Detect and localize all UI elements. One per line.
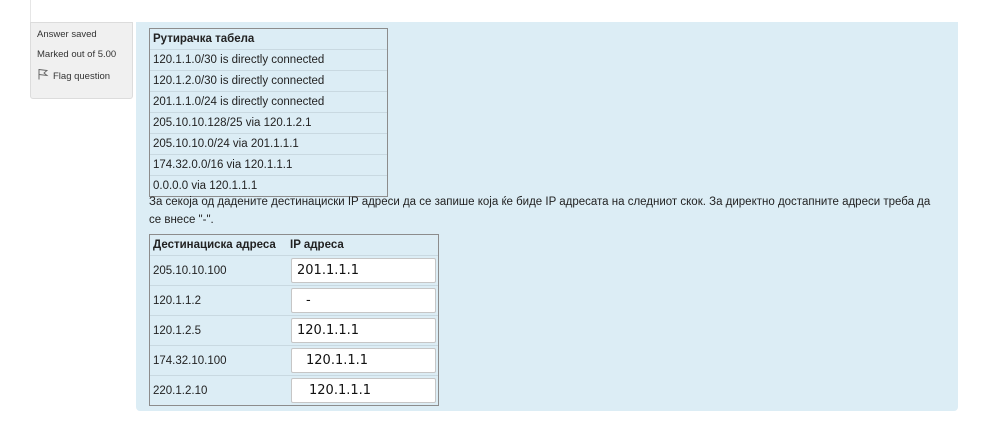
routing-table-row: 205.10.10.0/24 via 201.1.1.1 bbox=[150, 134, 387, 155]
answer-row: 174.32.10.100 bbox=[150, 346, 438, 376]
flag-icon bbox=[37, 68, 49, 85]
routing-table-row: 174.32.0.0/16 via 120.1.1.1 bbox=[150, 155, 387, 176]
destination-address: 120.1.1.2 bbox=[153, 294, 201, 307]
question-instructions: За секоја од дадените дестинациски IP ад… bbox=[149, 196, 931, 226]
next-hop-input[interactable] bbox=[291, 378, 436, 403]
question-content: Рутирачка табела 120.1.1.0/30 is directl… bbox=[136, 22, 958, 411]
destination-address: 120.1.2.5 bbox=[153, 324, 201, 337]
routing-table-row: 120.1.2.0/30 is directly connected bbox=[150, 71, 387, 92]
routing-table-header: Рутирачка табела bbox=[150, 29, 387, 50]
question-grade: Marked out of 5.00 bbox=[37, 49, 117, 60]
top-strip bbox=[30, 0, 984, 22]
answer-table-header: Дестинациска адреса IP адреса bbox=[150, 235, 438, 256]
answer-row: 220.1.2.10 bbox=[150, 376, 438, 405]
routing-table-row: 201.1.1.0/24 is directly connected bbox=[150, 92, 387, 113]
col-destination-header: Дестинациска адреса bbox=[153, 239, 276, 251]
question-info-panel: Answer saved Marked out of 5.00 Flag que… bbox=[30, 22, 133, 99]
flag-question-label: Flag question bbox=[53, 70, 111, 82]
quiz-page: Answer saved Marked out of 5.00 Flag que… bbox=[0, 0, 984, 434]
answer-row: 120.1.2.5 bbox=[150, 316, 438, 346]
destination-address: 205.10.10.100 bbox=[153, 264, 227, 277]
routing-table-row: 120.1.1.0/30 is directly connected bbox=[150, 50, 387, 71]
destination-address: 174.32.10.100 bbox=[153, 354, 227, 367]
col-ip-header: IP адреса bbox=[290, 239, 344, 251]
answer-table: Дестинациска адреса IP адреса 205.10.10.… bbox=[149, 234, 439, 406]
destination-address: 220.1.2.10 bbox=[153, 384, 208, 397]
routing-table-row: 205.10.10.128/25 via 120.1.2.1 bbox=[150, 113, 387, 134]
next-hop-input[interactable] bbox=[291, 258, 436, 283]
routing-table: Рутирачка табела 120.1.1.0/30 is directl… bbox=[149, 28, 388, 197]
flag-question-link[interactable]: Flag question bbox=[37, 68, 132, 85]
next-hop-input[interactable] bbox=[291, 288, 436, 313]
next-hop-input[interactable] bbox=[291, 318, 436, 343]
answer-row: 120.1.1.2 bbox=[150, 286, 438, 316]
answer-state: Answer saved bbox=[37, 29, 97, 40]
next-hop-input[interactable] bbox=[291, 348, 436, 373]
answer-row: 205.10.10.100 bbox=[150, 256, 438, 286]
